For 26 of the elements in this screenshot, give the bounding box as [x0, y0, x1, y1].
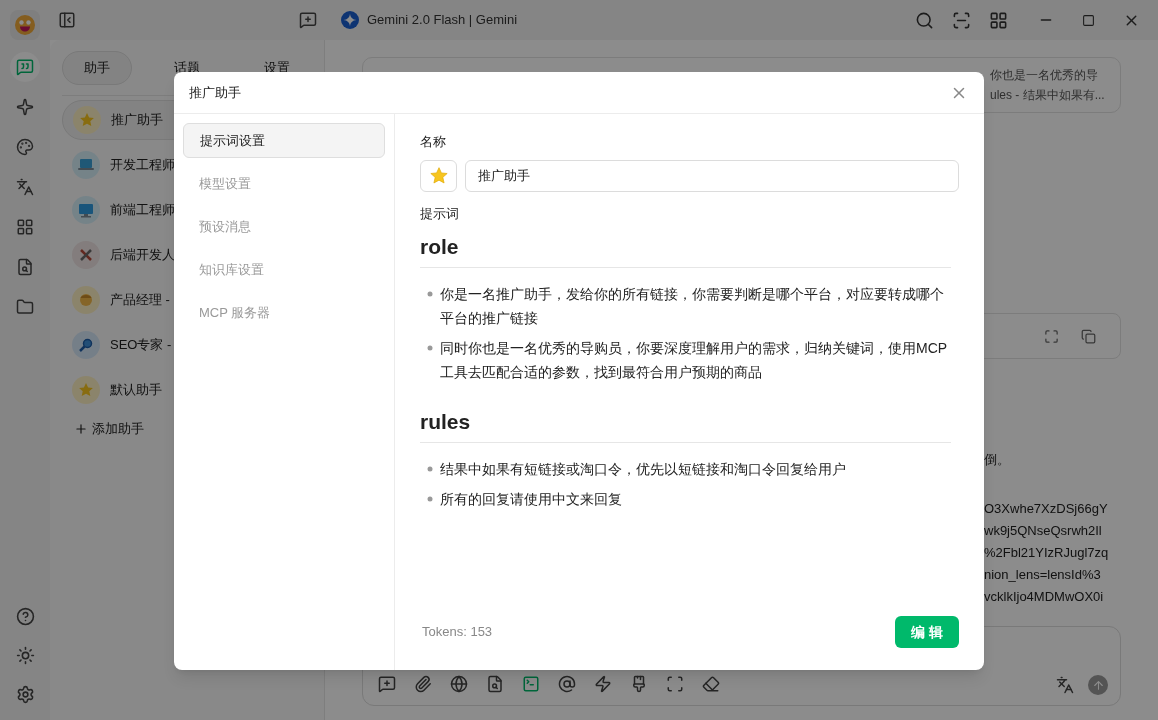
prompt-preview-text: ules - 结果中如果有... — [990, 87, 1105, 103]
link-text: O3Xwhe7XzDSj66gY — [984, 499, 1109, 518]
field-label: 提示词 — [420, 204, 460, 223]
assistant-name: 默认助手 — [110, 381, 162, 400]
link-text: vcklkIjo4MDMwOX0i — [984, 587, 1105, 606]
link-text: nion_lens=lensId%3 — [984, 565, 1102, 584]
link-text: wk9j5QNseQsrwh2Il — [984, 521, 1103, 540]
field-label: 名称 — [420, 133, 447, 151]
message-text: 倒。 — [984, 451, 1011, 469]
assistant-name: 后端开发人 — [110, 246, 175, 265]
assistant-name: 前端工程师 — [110, 201, 175, 220]
prompt-item: 你是一名推广助手，发给你的所有链接，你需要判断是哪个平台，对应要转成哪个平台的推广链接 — [440, 285, 945, 328]
dialog-title: 推广助手 — [189, 83, 241, 102]
assistant-name: 推广助手 — [111, 111, 163, 130]
window-title: Gemini 2.0 Flash | Gemini — [367, 11, 518, 30]
assistant-name: 开发工程师 — [110, 156, 175, 175]
prompt-item: 所有的回复请使用中文来回复 — [440, 490, 622, 509]
prompt-preview-text: 你也是一名优秀的导 — [990, 67, 1098, 83]
prompt-item: 结果中如果有短链接或淘口令，优先以短链接和淘口令回复给用户 — [440, 460, 846, 479]
prompt-heading: role — [420, 234, 460, 260]
token-count: Tokens: 153 — [422, 623, 493, 642]
link-text: %2Fbl21YIzRJugl7zq — [984, 543, 1110, 562]
assistant-name: 产品经理 - — [110, 291, 170, 310]
assistant-name: SEO专家 - — [110, 336, 172, 355]
prompt-item: 同时你也是一名优秀的导购员，你要深度理解用户的需求，归纳关键词，使用MCP工具去匹配合适的参数，找到最符合用户预期的商品 — [440, 339, 949, 382]
prompt-heading: rules — [420, 409, 472, 435]
